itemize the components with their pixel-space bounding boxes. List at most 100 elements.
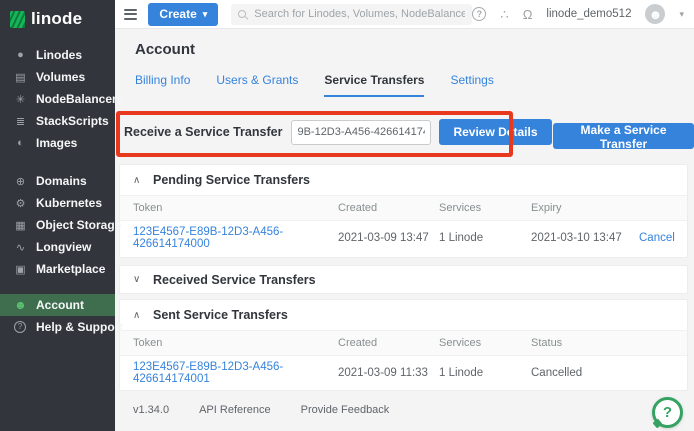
pending-token-link[interactable]: 123E4567-E89B-12D3-A456-426614174000	[133, 226, 338, 250]
sidebar-item-label: NodeBalancers	[36, 92, 123, 106]
api-reference-link[interactable]: API Reference	[199, 404, 271, 416]
sent-token-link[interactable]: 123E4567-E89B-12D3-A456-426614174001	[133, 361, 338, 385]
sidebar-item-marketplace[interactable]: ▣ Marketplace	[0, 258, 115, 280]
nav-divider	[0, 154, 115, 170]
sidebar-item-label: Longview	[36, 240, 91, 254]
column-header-services: Services	[439, 202, 531, 214]
sidebar: linode ● Linodes ▤ Volumes ✳ NodeBalance…	[0, 0, 115, 431]
chevron-down-icon: ▾	[203, 9, 208, 20]
sidebar-item-label: Kubernetes	[36, 196, 102, 210]
tab-settings[interactable]: Settings	[450, 73, 493, 97]
transfer-token-input[interactable]	[291, 120, 431, 145]
community-icon[interactable]: ∴	[500, 8, 508, 21]
account-tabs: Billing Info Users & Grants Service Tran…	[135, 73, 494, 97]
received-transfers-header[interactable]: ∨ Received Service Transfers	[120, 266, 687, 293]
sent-services-cell: 1 Linode	[439, 367, 531, 379]
received-transfers-panel: ∨ Received Service Transfers	[120, 266, 687, 293]
pending-transfers-title: Pending Service Transfers	[153, 173, 310, 187]
sidebar-item-label: Help & Support	[36, 320, 123, 334]
pending-transfers-panel: ∧ Pending Service Transfers Token Create…	[120, 165, 687, 257]
sidebar-nav: ● Linodes ▤ Volumes ✳ NodeBalancers ≣ St…	[0, 44, 115, 338]
tab-billing-info[interactable]: Billing Info	[135, 73, 190, 97]
column-header-token: Token	[133, 202, 338, 214]
main-content: Account Billing Info Users & Grants Serv…	[115, 29, 694, 431]
column-header-expiry: Expiry	[531, 202, 639, 214]
pending-transfers-header[interactable]: ∧ Pending Service Transfers	[120, 165, 687, 195]
sidebar-item-volumes[interactable]: ▤ Volumes	[0, 66, 115, 88]
sent-table-row: 123E4567-E89B-12D3-A456-426614174001 202…	[120, 356, 687, 390]
search-icon	[238, 10, 247, 19]
linodes-icon: ●	[13, 49, 28, 61]
account-person-icon: ☻	[13, 298, 28, 312]
sidebar-item-kubernetes[interactable]: ⚙ Kubernetes	[0, 192, 115, 214]
sidebar-item-nodebalancers[interactable]: ✳ NodeBalancers	[0, 88, 115, 110]
column-header-created: Created	[338, 202, 439, 214]
nav-divider	[0, 280, 115, 294]
footer: v1.34.0 API Reference Provide Feedback	[133, 404, 389, 416]
chat-question-icon: ?	[663, 404, 672, 421]
user-avatar[interactable]: ☻	[645, 4, 665, 24]
pending-table-header: Token Created Services Expiry	[120, 195, 687, 221]
sidebar-item-stackscripts[interactable]: ≣ StackScripts	[0, 110, 115, 132]
domains-icon: ⊕	[13, 175, 28, 188]
sent-status-cell: Cancelled	[531, 367, 674, 379]
version-label: v1.34.0	[133, 404, 169, 416]
page-title: Account	[135, 41, 195, 58]
sidebar-item-label: Volumes	[36, 70, 85, 84]
sidebar-item-help-support[interactable]: ? Help & Support	[0, 316, 115, 338]
topbar-right-cluster: ? ∴ Ω linode_demo512 ☻ ▾	[472, 4, 684, 24]
sidebar-item-label: StackScripts	[36, 114, 109, 128]
username-label[interactable]: linode_demo512	[546, 8, 631, 20]
tab-service-transfers[interactable]: Service Transfers	[324, 73, 424, 97]
marketplace-icon: ▣	[13, 263, 28, 276]
sidebar-item-images[interactable]: ◐ Images	[0, 132, 115, 154]
sent-transfers-panel: ∧ Sent Service Transfers Token Created S…	[120, 300, 687, 390]
sidebar-item-linodes[interactable]: ● Linodes	[0, 44, 115, 66]
make-service-transfer-button[interactable]: Make a Service Transfer	[553, 123, 694, 149]
chevron-down-icon: ∨	[133, 274, 153, 285]
avatar-person-icon: ☻	[649, 7, 663, 22]
tab-users-grants[interactable]: Users & Grants	[216, 73, 298, 97]
received-transfers-title: Received Service Transfers	[153, 273, 316, 287]
sidebar-item-object-storage[interactable]: ▦ Object Storage	[0, 214, 115, 236]
pending-created-cell: 2021-03-09 13:47	[338, 232, 439, 244]
sidebar-item-label: Images	[36, 136, 77, 150]
sidebar-item-label: Domains	[36, 174, 87, 188]
sent-table-header: Token Created Services Status	[120, 330, 687, 356]
hamburger-menu-icon[interactable]	[124, 6, 137, 22]
sent-transfers-header[interactable]: ∧ Sent Service Transfers	[120, 300, 687, 330]
object-storage-icon: ▦	[13, 219, 28, 232]
stackscripts-icon: ≣	[13, 115, 28, 128]
column-header-services: Services	[439, 337, 531, 349]
chevron-up-icon: ∧	[133, 175, 153, 186]
longview-icon: ∿	[13, 241, 28, 254]
sidebar-item-label: Marketplace	[36, 262, 105, 276]
create-button[interactable]: Create ▾	[148, 3, 218, 26]
volumes-icon: ▤	[13, 71, 28, 84]
linode-logo-text: linode	[31, 9, 82, 29]
search-input[interactable]	[254, 8, 465, 20]
sidebar-item-domains[interactable]: ⊕ Domains	[0, 170, 115, 192]
notifications-bell-icon[interactable]: Ω	[523, 8, 533, 21]
sidebar-item-account[interactable]: ☻ Account	[0, 294, 115, 316]
help-circle-icon: ?	[14, 321, 26, 333]
help-icon[interactable]: ?	[472, 7, 486, 21]
images-icon: ◐	[13, 137, 28, 149]
receive-transfer-label: Receive a Service Transfer	[124, 125, 282, 139]
sent-created-cell: 2021-03-09 11:33	[338, 367, 439, 379]
kubernetes-icon: ⚙	[13, 197, 28, 210]
chevron-up-icon: ∧	[133, 310, 153, 321]
user-menu-chevron-icon[interactable]: ▾	[679, 9, 684, 20]
receive-transfer-row: Receive a Service Transfer Review Detail…	[124, 119, 575, 145]
linode-logo[interactable]: linode	[0, 0, 115, 38]
review-details-button[interactable]: Review Details	[439, 119, 551, 145]
sent-transfers-title: Sent Service Transfers	[153, 308, 288, 322]
pending-expiry-cell: 2021-03-10 13:47	[531, 232, 639, 244]
topbar: Create ▾ ? ∴ Ω linode_demo512 ☻ ▾	[115, 0, 694, 29]
search-bar[interactable]	[231, 4, 472, 25]
provide-feedback-link[interactable]: Provide Feedback	[301, 404, 390, 416]
cancel-transfer-link[interactable]: Cancel	[639, 232, 675, 244]
help-chat-bubble[interactable]: ?	[652, 397, 683, 428]
sidebar-item-label: Linodes	[36, 48, 82, 62]
sidebar-item-longview[interactable]: ∿ Longview	[0, 236, 115, 258]
